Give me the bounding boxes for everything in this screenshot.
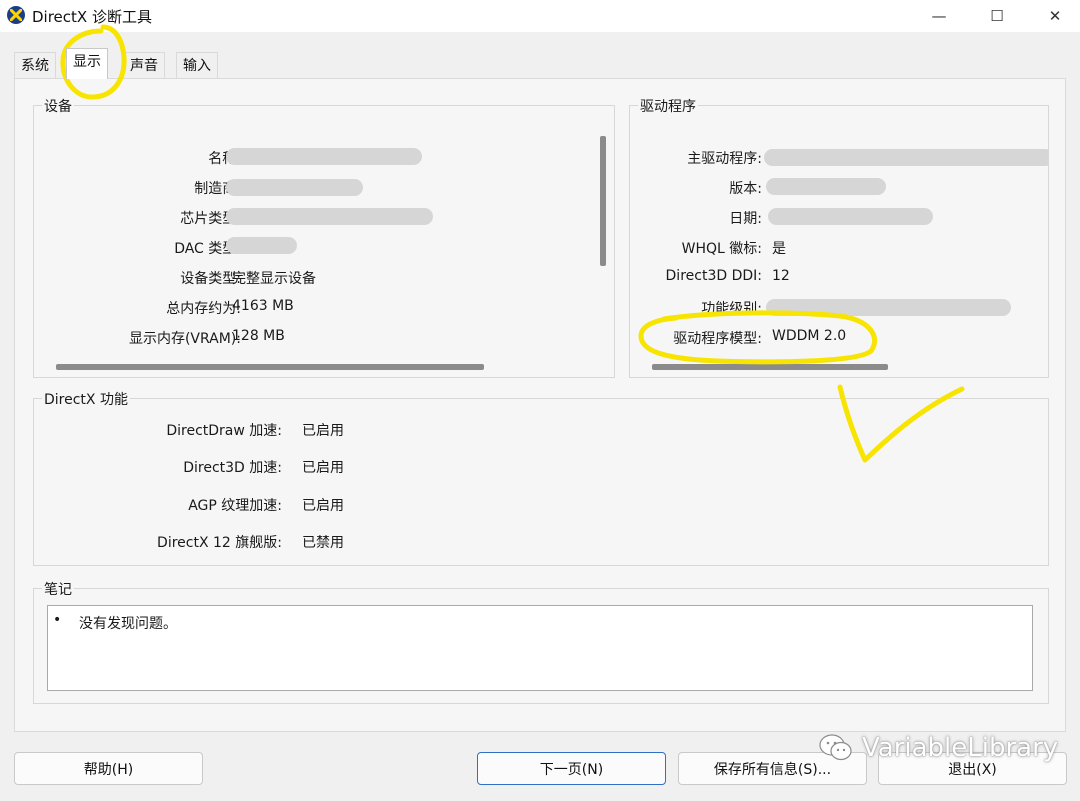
directx12-ultimate-label: DirectX 12 旗舰版:: [157, 535, 282, 551]
watermark-text: VariableLibrary: [862, 733, 1059, 763]
whql-value: 是: [772, 241, 786, 257]
driver-horizontal-scrollbar[interactable]: [652, 364, 888, 370]
chip-type-value: [226, 208, 433, 225]
device-name-value: [226, 148, 422, 165]
whql-label: WHQL 徽标:: [681, 241, 762, 257]
notes-group-title: 笔记: [42, 579, 74, 599]
device-horizontal-scrollbar[interactable]: [56, 364, 484, 370]
feature-level-label: 功能级别:: [701, 301, 762, 317]
manufacturer-value: [226, 179, 363, 196]
driver-model-label: 驱动程序模型:: [673, 331, 762, 347]
tab-sound[interactable]: 声音: [123, 52, 165, 78]
directx-features-title: DirectX 功能: [42, 389, 130, 409]
agp-texture-accel-label: AGP 纹理加速:: [188, 498, 282, 514]
next-page-button[interactable]: 下一页(N): [477, 752, 666, 785]
title-bar: DirectX 诊断工具 — ☐ ✕: [0, 0, 1080, 32]
directx-app-icon: [7, 6, 25, 24]
directx-features-group: DirectX 功能 DirectDraw 加速: 已启用 Direct3D 加…: [33, 389, 1049, 566]
dac-type-value: [226, 237, 297, 254]
direct3d-ddi-value: 12: [772, 268, 790, 284]
main-driver-label: 主驱动程序:: [687, 151, 762, 167]
device-group: 设备 名称: 制造商: 芯片类型: DAC 类型: 设备类型: 完整显示设备 总…: [33, 96, 615, 378]
directdraw-accel-label: DirectDraw 加速:: [166, 423, 282, 439]
display-tab-panel: 设备 名称: 制造商: 芯片类型: DAC 类型: 设备类型: 完整显示设备 总…: [14, 78, 1066, 732]
tab-input[interactable]: 输入: [176, 52, 218, 78]
close-button[interactable]: ✕: [1032, 0, 1078, 32]
tab-display[interactable]: 显示: [66, 48, 108, 79]
feature-level-value: [766, 299, 1011, 316]
direct3d-accel-value: 已启用: [302, 460, 344, 476]
wechat-icon: [819, 734, 852, 761]
watermark: VariableLibrary: [818, 732, 1058, 764]
version-value: [766, 178, 886, 195]
version-label: 版本:: [729, 181, 762, 197]
date-label: 日期:: [729, 211, 762, 227]
window-title: DirectX 诊断工具: [32, 8, 152, 26]
device-vertical-scrollbar[interactable]: [600, 136, 606, 266]
driver-model-value: WDDM 2.0: [772, 328, 847, 344]
total-memory-value: 4163 MB: [232, 298, 294, 314]
notes-bullet: •: [53, 612, 62, 628]
minimize-button[interactable]: —: [916, 0, 962, 32]
help-button[interactable]: 帮助(H): [14, 752, 203, 785]
direct3d-accel-label: Direct3D 加速:: [183, 460, 282, 476]
main-driver-value: [764, 149, 1048, 166]
vram-value: 128 MB: [232, 328, 285, 344]
vram-label: 显示内存(VRAM):: [128, 331, 241, 347]
maximize-button[interactable]: ☐: [974, 0, 1020, 32]
directx12-ultimate-value: 已禁用: [302, 535, 344, 551]
device-type-value: 完整显示设备: [232, 271, 316, 287]
total-memory-label: 总内存约为:: [166, 301, 241, 317]
notes-text: 没有发现问题。: [79, 616, 177, 632]
driver-info-list: 主驱动程序: 版本: 日期: WHQL 徽标: 是 Direct3D DDI: …: [630, 106, 1048, 358]
device-info-list: 名称: 制造商: 芯片类型: DAC 类型: 设备类型: 完整显示设备 总内存约…: [34, 106, 594, 358]
agp-texture-accel-value: 已启用: [302, 498, 344, 514]
notes-textbox[interactable]: • 没有发现问题。: [47, 605, 1033, 691]
driver-group: 驱动程序 主驱动程序: 版本: 日期: WHQL 徽标: 是 Direct3D …: [629, 96, 1049, 378]
tab-system[interactable]: 系统: [14, 52, 56, 78]
date-value: [768, 208, 933, 225]
direct3d-ddi-label: Direct3D DDI:: [665, 268, 762, 284]
directdraw-accel-value: 已启用: [302, 423, 344, 439]
